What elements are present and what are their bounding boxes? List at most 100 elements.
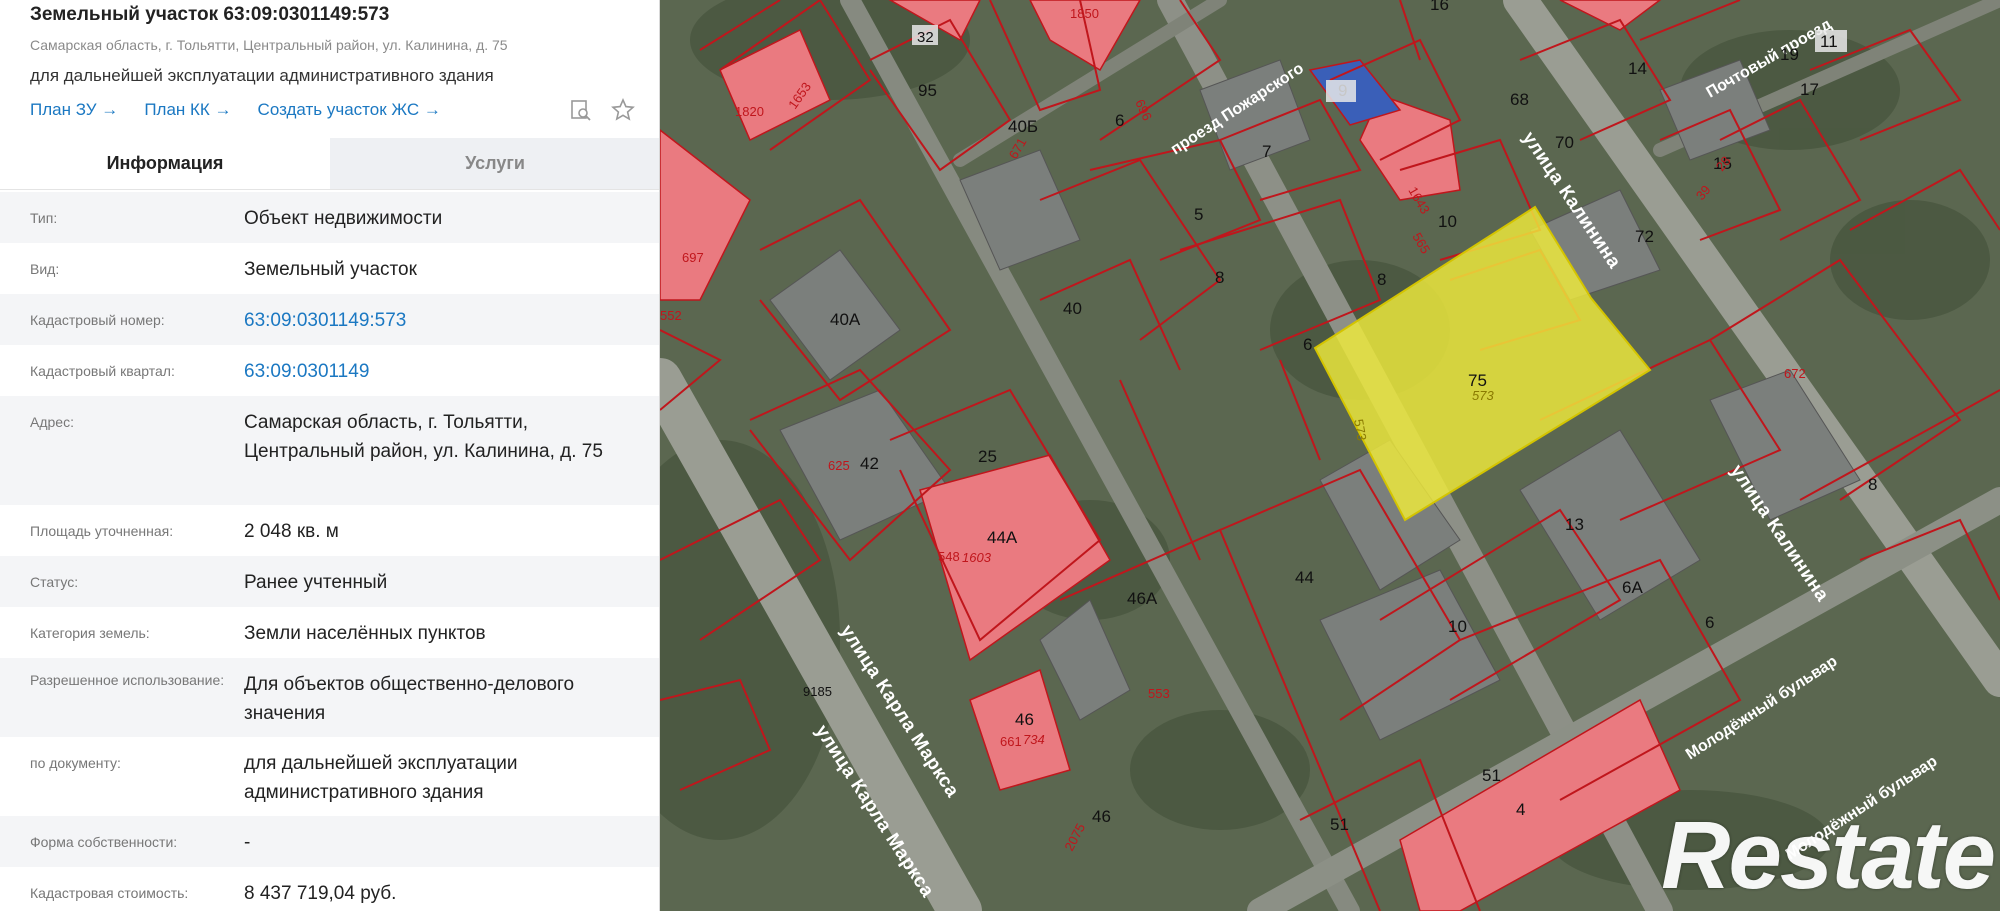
house-number: 13 xyxy=(1565,515,1584,534)
property-label: Кадастровый квартал: xyxy=(30,363,175,379)
header-icons xyxy=(569,98,635,122)
house-number: 8 xyxy=(1377,270,1386,289)
house-number: 68 xyxy=(1510,90,1529,109)
house-number: 10 xyxy=(1448,617,1467,636)
house-number: 25 xyxy=(978,447,997,466)
house-number: 10 xyxy=(1438,212,1457,231)
house-number: 40 xyxy=(1063,299,1082,318)
property-value: - xyxy=(244,832,251,853)
parcel-number: 548 xyxy=(938,549,960,564)
property-value: 8 437 719,04 руб. xyxy=(244,883,397,904)
property-row: Форма собственности: - xyxy=(0,816,659,867)
parcel-number: 553 xyxy=(1148,686,1170,701)
star-icon[interactable] xyxy=(611,98,635,122)
property-value: Ранее учтенный xyxy=(244,572,388,593)
property-row: Кадастровая стоимость: 8 437 719,04 руб. xyxy=(0,867,659,911)
tab-bar: Информация Услуги xyxy=(0,138,659,190)
house-number: 5 xyxy=(1194,205,1203,224)
property-label: Вид: xyxy=(30,261,60,277)
cadastral-number-link[interactable]: 63:09:0301149:573 xyxy=(244,294,630,348)
house-number: 40Б xyxy=(1008,117,1038,136)
property-value: для дальнейшей эксплуатации администрати… xyxy=(244,753,518,803)
tab-info[interactable]: Информация xyxy=(0,138,330,189)
house-number: 44А xyxy=(987,528,1018,547)
cadastral-map[interactable]: улица Калинина улица Калинина улица Карл… xyxy=(660,0,2000,911)
property-value: Земельный участок xyxy=(244,259,417,280)
parcel-number: 1850 xyxy=(1070,6,1099,21)
property-row: Тип: Объект недвижимости xyxy=(0,192,659,243)
create-plot-link[interactable]: Создать участок ЖС → xyxy=(258,100,441,120)
property-value: 2 048 кв. м xyxy=(244,521,339,542)
parcel-number: 1603 xyxy=(962,550,992,565)
property-label: Адрес: xyxy=(30,414,74,430)
house-number: 32 xyxy=(917,29,934,46)
properties-table: Тип: Объект недвижимости Вид: Земельный … xyxy=(0,192,659,911)
property-label: Форма собственности: xyxy=(30,834,178,850)
property-label: Кадастровый номер: xyxy=(30,312,165,328)
house-number: 6 xyxy=(1303,335,1312,354)
object-address: Самарская область, г. Тольятти, Централь… xyxy=(30,37,508,53)
house-number: 46 xyxy=(1015,710,1034,729)
info-panel: Земельный участок 63:09:0301149:573 Сама… xyxy=(0,0,660,911)
plan-kk-link[interactable]: План КК → xyxy=(144,100,231,120)
property-value: Земли населённых пунктов xyxy=(244,623,486,644)
house-number: 7 xyxy=(1262,142,1271,161)
house-number: 72 xyxy=(1635,227,1654,246)
property-row: Статус: Ранее учтенный xyxy=(0,556,659,607)
property-label: по документу: xyxy=(30,755,121,771)
parcel-number: 672 xyxy=(1784,366,1806,381)
property-row: по документу: для дальнейшей эксплуатаци… xyxy=(0,737,659,816)
property-label: Категория земель: xyxy=(30,625,150,641)
property-label: Разрешенное использование: xyxy=(30,672,225,688)
property-row: Кадастровый квартал: 63:09:0301149 xyxy=(0,345,659,399)
property-row: Категория земель: Земли населённых пункт… xyxy=(0,607,659,658)
property-value: Для объектов общественно-делового значен… xyxy=(244,674,575,724)
house-number: 42 xyxy=(860,454,879,473)
parcel-number: 9185 xyxy=(803,684,832,699)
restate-logo: Restate xyxy=(1661,802,1996,909)
house-number: 46А xyxy=(1127,589,1158,608)
parcel-number: 573 xyxy=(1472,388,1494,403)
property-label: Статус: xyxy=(30,574,79,590)
property-row: Адрес: Самарская область, г. Тольятти, Ц… xyxy=(0,396,659,505)
plan-zu-link[interactable]: План ЗУ → xyxy=(30,100,118,120)
house-number: 6 xyxy=(1115,111,1124,130)
house-number: 40А xyxy=(830,310,861,329)
search-document-icon[interactable] xyxy=(569,98,593,122)
house-number: 8 xyxy=(1868,475,1877,494)
tab-services[interactable]: Услуги xyxy=(330,138,659,189)
property-value: Объект недвижимости xyxy=(244,208,443,229)
house-number: 16 xyxy=(1430,0,1449,14)
house-number: 6 xyxy=(1705,613,1714,632)
map-canvas[interactable]: улица Калинина улица Калинина улица Карл… xyxy=(660,0,2000,911)
parcel-number: 552 xyxy=(660,308,682,323)
property-row: Разрешенное использование: Для объектов … xyxy=(0,658,659,737)
parcel-number: 1820 xyxy=(735,104,764,119)
house-number: 51 xyxy=(1482,766,1501,785)
property-row: Площадь уточненная: 2 048 кв. м xyxy=(0,505,659,556)
house-number: 8 xyxy=(1215,268,1224,287)
house-number: 70 xyxy=(1555,133,1574,152)
property-label: Площадь уточненная: xyxy=(30,523,174,539)
object-purpose: для дальнейшей эксплуатации администрати… xyxy=(30,66,494,85)
house-number: 51 xyxy=(1330,815,1349,834)
action-links: План ЗУ → План КК → Создать участок ЖС → xyxy=(30,100,441,120)
house-number: 11 xyxy=(1820,32,1838,51)
property-row: Кадастровый номер: 63:09:0301149:573 xyxy=(0,294,659,348)
property-row: Вид: Земельный участок xyxy=(0,243,659,294)
house-number: 95 xyxy=(918,81,937,100)
parcel-number: 697 xyxy=(682,250,704,265)
house-number: 6А xyxy=(1622,578,1643,597)
property-label: Тип: xyxy=(30,210,58,226)
page-title: Земельный участок 63:09:0301149:573 xyxy=(30,4,390,25)
cadastral-quarter-link[interactable]: 63:09:0301149 xyxy=(244,345,630,399)
property-label: Кадастровая стоимость: xyxy=(30,885,189,901)
house-number: 17 xyxy=(1800,80,1819,99)
house-number: 14 xyxy=(1628,59,1647,78)
parcel-number: 734 xyxy=(1023,732,1045,747)
house-number: 4 xyxy=(1516,800,1525,819)
house-number: 44 xyxy=(1295,568,1314,587)
house-number: 19 xyxy=(1780,45,1799,64)
parcel-number: 661 xyxy=(1000,734,1022,749)
property-value: Самарская область, г. Тольятти, Централь… xyxy=(244,412,603,462)
